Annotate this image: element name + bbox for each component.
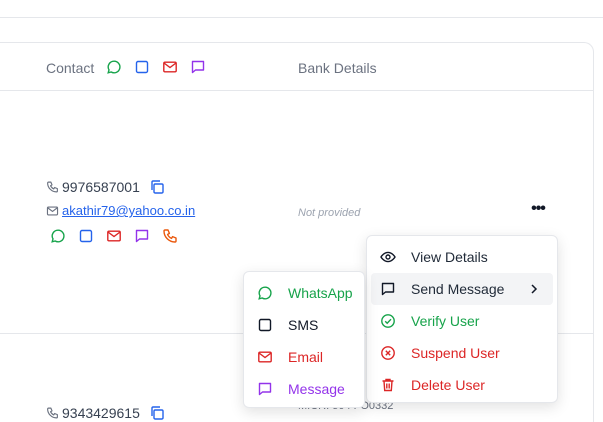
trash-icon	[380, 377, 396, 393]
mail-icon[interactable]	[106, 228, 122, 244]
bank-details-value: Not provided	[298, 207, 361, 219]
submenu-item-label: Email	[288, 349, 324, 365]
sms-icon[interactable]	[78, 228, 94, 244]
phone-line: 9976587001	[46, 179, 165, 195]
send-message-submenu: WhatsApp SMS Email Message	[243, 271, 365, 408]
phone-icon	[46, 181, 59, 194]
phone-line: 9343429615	[46, 405, 165, 421]
check-circle-icon	[380, 313, 396, 329]
menu-item-label: Delete User	[411, 377, 485, 393]
bank-details-column-header: Bank Details	[298, 60, 377, 76]
x-circle-icon	[380, 345, 396, 361]
whatsapp-icon	[106, 59, 122, 75]
whatsapp-icon	[257, 285, 273, 301]
menu-item-label: Verify User	[411, 313, 480, 329]
copy-icon[interactable]	[149, 179, 165, 195]
submenu-item-email[interactable]: Email	[244, 341, 364, 373]
message-square-icon	[380, 281, 396, 297]
contact-header-icons	[106, 59, 206, 75]
phone-number: 9343429615	[62, 405, 140, 421]
submenu-item-label: Message	[288, 381, 345, 397]
phone-number: 9976587001	[62, 179, 140, 195]
mail-icon	[257, 349, 273, 365]
submenu-item-sms[interactable]: SMS	[244, 309, 364, 341]
submenu-item-label: WhatsApp	[288, 285, 353, 301]
copy-icon[interactable]	[149, 405, 165, 421]
menu-item-delete-user[interactable]: Delete User	[367, 369, 557, 401]
menu-item-view-details[interactable]: View Details	[367, 241, 557, 273]
message-square-icon	[257, 381, 273, 397]
message-square-icon	[190, 59, 206, 75]
menu-item-send-message[interactable]: Send Message	[371, 273, 553, 305]
menu-item-verify-user[interactable]: Verify User	[367, 305, 557, 337]
menu-item-label: Suspend User	[411, 345, 500, 361]
phone-icon[interactable]	[162, 228, 178, 244]
eye-icon	[380, 249, 396, 265]
email-line: akathir79@yahoo.co.in	[46, 203, 195, 218]
mail-icon	[162, 59, 178, 75]
top-strip	[0, 0, 603, 18]
email-link[interactable]: akathir79@yahoo.co.in	[62, 203, 195, 218]
submenu-item-label: SMS	[288, 317, 319, 333]
submenu-item-whatsapp[interactable]: WhatsApp	[244, 277, 364, 309]
message-square-icon[interactable]	[134, 228, 150, 244]
sms-icon	[134, 59, 150, 75]
contact-channel-buttons	[50, 228, 178, 244]
table-header: Contact Bank Details	[0, 43, 593, 91]
menu-item-label: Send Message	[411, 281, 505, 297]
phone-icon	[46, 407, 59, 420]
contact-column-header: Contact	[46, 60, 95, 76]
menu-item-label: View Details	[411, 249, 488, 265]
whatsapp-icon[interactable]	[50, 228, 66, 244]
menu-item-suspend-user[interactable]: Suspend User	[367, 337, 557, 369]
sms-icon	[257, 317, 273, 333]
mail-icon	[46, 204, 59, 217]
actions-menu: View Details Send Message Verify User Su…	[366, 235, 558, 403]
chevron-right-icon	[527, 282, 541, 296]
more-actions-button[interactable]: •••	[528, 201, 548, 220]
submenu-item-message[interactable]: Message	[244, 373, 364, 405]
